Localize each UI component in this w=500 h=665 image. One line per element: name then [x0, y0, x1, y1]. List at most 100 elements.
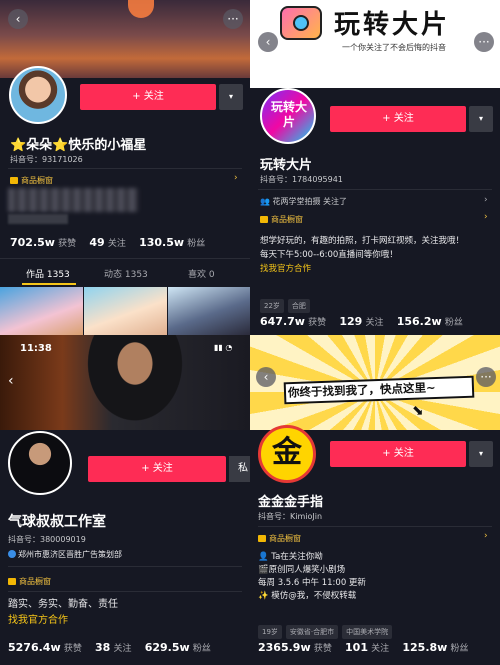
tag-age: 22岁	[260, 299, 284, 313]
profile-name: 金金金手指	[258, 495, 324, 510]
following-label: 关注	[113, 644, 132, 654]
back-button[interactable]: ‹	[8, 9, 28, 29]
fans-count[interactable]: 629.5w	[145, 641, 190, 654]
bio-line: ✨ 模仿@我，不侵权转载	[258, 591, 357, 601]
shop-bag-icon	[8, 578, 16, 585]
avatar-text: 金	[272, 435, 302, 470]
more-button[interactable]: ···	[474, 32, 494, 52]
divider	[258, 189, 492, 190]
profile-id: 抖音号：93171026	[10, 155, 83, 164]
avatar[interactable]: 金	[258, 425, 316, 483]
tab-works[interactable]: 作品 1353	[26, 267, 70, 280]
shop-label: 商品橱窗	[271, 215, 303, 224]
shop-window-link[interactable]: 商品橱窗	[8, 576, 51, 587]
tab-works-underline	[22, 283, 76, 285]
blurred-tags	[8, 214, 68, 224]
divider	[8, 591, 242, 592]
camera-logo-icon	[280, 6, 322, 40]
shop-label: 商品橱窗	[19, 577, 51, 586]
shop-window-link[interactable]: 商品橱窗	[260, 214, 303, 225]
avatar[interactable]	[9, 66, 67, 124]
profile-panel-duoduo: ‹ ··· + 关注 ▾ ⭐朵朵⭐快乐的小福星 抖音号：93171026 商品橱…	[0, 0, 250, 335]
shop-bag-icon	[258, 535, 266, 542]
profile-panel-jinjin: 你终于找到我了，快点这里~ ⬊ ‹ ··· 金 + 关注 ▾ 金金金手指 抖音号…	[250, 335, 500, 665]
following-label: 关注	[107, 239, 126, 249]
banner-title: 玩转大片	[334, 10, 451, 40]
follow-button[interactable]: + 关注	[80, 84, 216, 110]
back-icon[interactable]: ‹	[8, 373, 14, 389]
message-button[interactable]: 私	[229, 456, 250, 482]
bio-line: 想学好玩的，有趣的拍照，打卡网红视频，关注我哦！	[260, 236, 465, 246]
shop-bag-icon	[10, 177, 18, 184]
chevron-right-icon: ›	[484, 212, 488, 222]
followed-by[interactable]: 👥 花两学堂拍摄 关注了	[260, 196, 347, 207]
profile-name: 玩转大片	[260, 158, 313, 173]
divider	[258, 526, 492, 527]
likes-label: 获赞	[308, 318, 327, 328]
following-count[interactable]: 38	[95, 641, 110, 654]
blurred-bio	[8, 188, 138, 212]
profile-id: 抖音号：380009019	[8, 535, 86, 544]
shop-label: 商品橱窗	[21, 176, 53, 185]
tag-location: 合肥	[287, 299, 310, 313]
avatar[interactable]	[8, 431, 72, 495]
avatar-text: 玩转大片	[270, 100, 307, 129]
recommend-dropdown[interactable]: ▾	[469, 441, 493, 467]
likes-label: 获赞	[58, 239, 77, 249]
follow-button[interactable]: + 关注	[88, 456, 226, 482]
bio-line: 踏实、务实、勤奋、责任	[8, 599, 118, 610]
likes-label: 获赞	[313, 644, 332, 654]
followed-by-text: 花两学堂拍摄 关注了	[272, 197, 348, 206]
fans-label: 粉丝	[187, 239, 206, 249]
video-thumbnail[interactable]	[84, 287, 167, 335]
verified-org: 郑州市惠济区晋胜广告策划部	[8, 549, 122, 560]
back-button[interactable]: ‹	[258, 32, 278, 52]
profile-stats: 5276.4w 获赞 38 关注 629.5w 粉丝	[8, 641, 221, 654]
more-button[interactable]: ···	[223, 9, 243, 29]
tag-age: 19岁	[258, 625, 282, 639]
bio-line: 🎬原创同人爆笑小剧场	[258, 565, 346, 575]
recommend-dropdown[interactable]: ▾	[219, 84, 243, 110]
fans-count[interactable]: 156.2w	[397, 315, 442, 328]
fans-label: 粉丝	[192, 644, 211, 654]
status-time: 11:38	[20, 343, 52, 354]
fans-count[interactable]: 125.8w	[402, 641, 447, 654]
follow-button[interactable]: + 关注	[330, 441, 466, 467]
more-button[interactable]: ···	[476, 367, 496, 387]
profile-id: 抖音号：1784095941	[260, 175, 343, 184]
tab-likes[interactable]: 喜欢 0	[188, 267, 215, 280]
following-count[interactable]: 129	[339, 315, 362, 328]
shop-window-link[interactable]: 商品橱窗	[258, 533, 301, 544]
following-label: 关注	[371, 644, 390, 654]
profile-stats: 647.7w 获赞 129 关注 156.2w 粉丝	[260, 315, 473, 328]
banner-subtitle: 一个你关注了不会后悔的抖音	[342, 43, 446, 52]
fans-label: 粉丝	[444, 318, 463, 328]
avatar[interactable]: 玩转大片	[260, 88, 316, 144]
divider	[8, 566, 242, 567]
likes-label: 获赞	[63, 644, 82, 654]
bio-line: 👤 Ta在关注你呦	[258, 552, 323, 562]
profile-id: 抖音号：KimioJin	[258, 512, 323, 521]
bio-line: 找我官方合作	[260, 264, 312, 274]
fans-count[interactable]: 130.5w	[139, 236, 184, 249]
following-count[interactable]: 49	[89, 236, 104, 249]
verified-icon	[8, 550, 16, 558]
profile-tags: 19岁 安徽省·合肥市 中国美术学院	[258, 619, 396, 639]
people-icon: 👥	[260, 197, 270, 206]
likes-count: 702.5w	[10, 236, 55, 249]
profile-bio: 👤 Ta在关注你呦 🎬原创同人爆笑小剧场 每周 3.5.6 中午 11:00 更…	[258, 551, 492, 603]
video-thumbnail[interactable]	[0, 287, 83, 335]
video-thumbnail[interactable]	[168, 287, 250, 335]
likes-count: 647.7w	[260, 315, 305, 328]
shop-label: 商品橱窗	[269, 534, 301, 543]
following-count[interactable]: 101	[345, 641, 368, 654]
likes-count: 2365.9w	[258, 641, 311, 654]
follow-button[interactable]: + 关注	[330, 106, 466, 132]
profile-bio: 想学好玩的，有趣的拍照，打卡网红视频，关注我哦！ 每天下午5:00--6:00直…	[260, 234, 494, 276]
shop-window-link[interactable]: 商品橱窗	[10, 175, 53, 186]
arrow-icon: ⬊	[412, 403, 424, 419]
recommend-dropdown[interactable]: ▾	[469, 106, 493, 132]
status-icons: ▮▮ ◔	[214, 343, 233, 352]
tab-moments[interactable]: 动态 1353	[104, 267, 148, 280]
back-button[interactable]: ‹	[256, 367, 276, 387]
